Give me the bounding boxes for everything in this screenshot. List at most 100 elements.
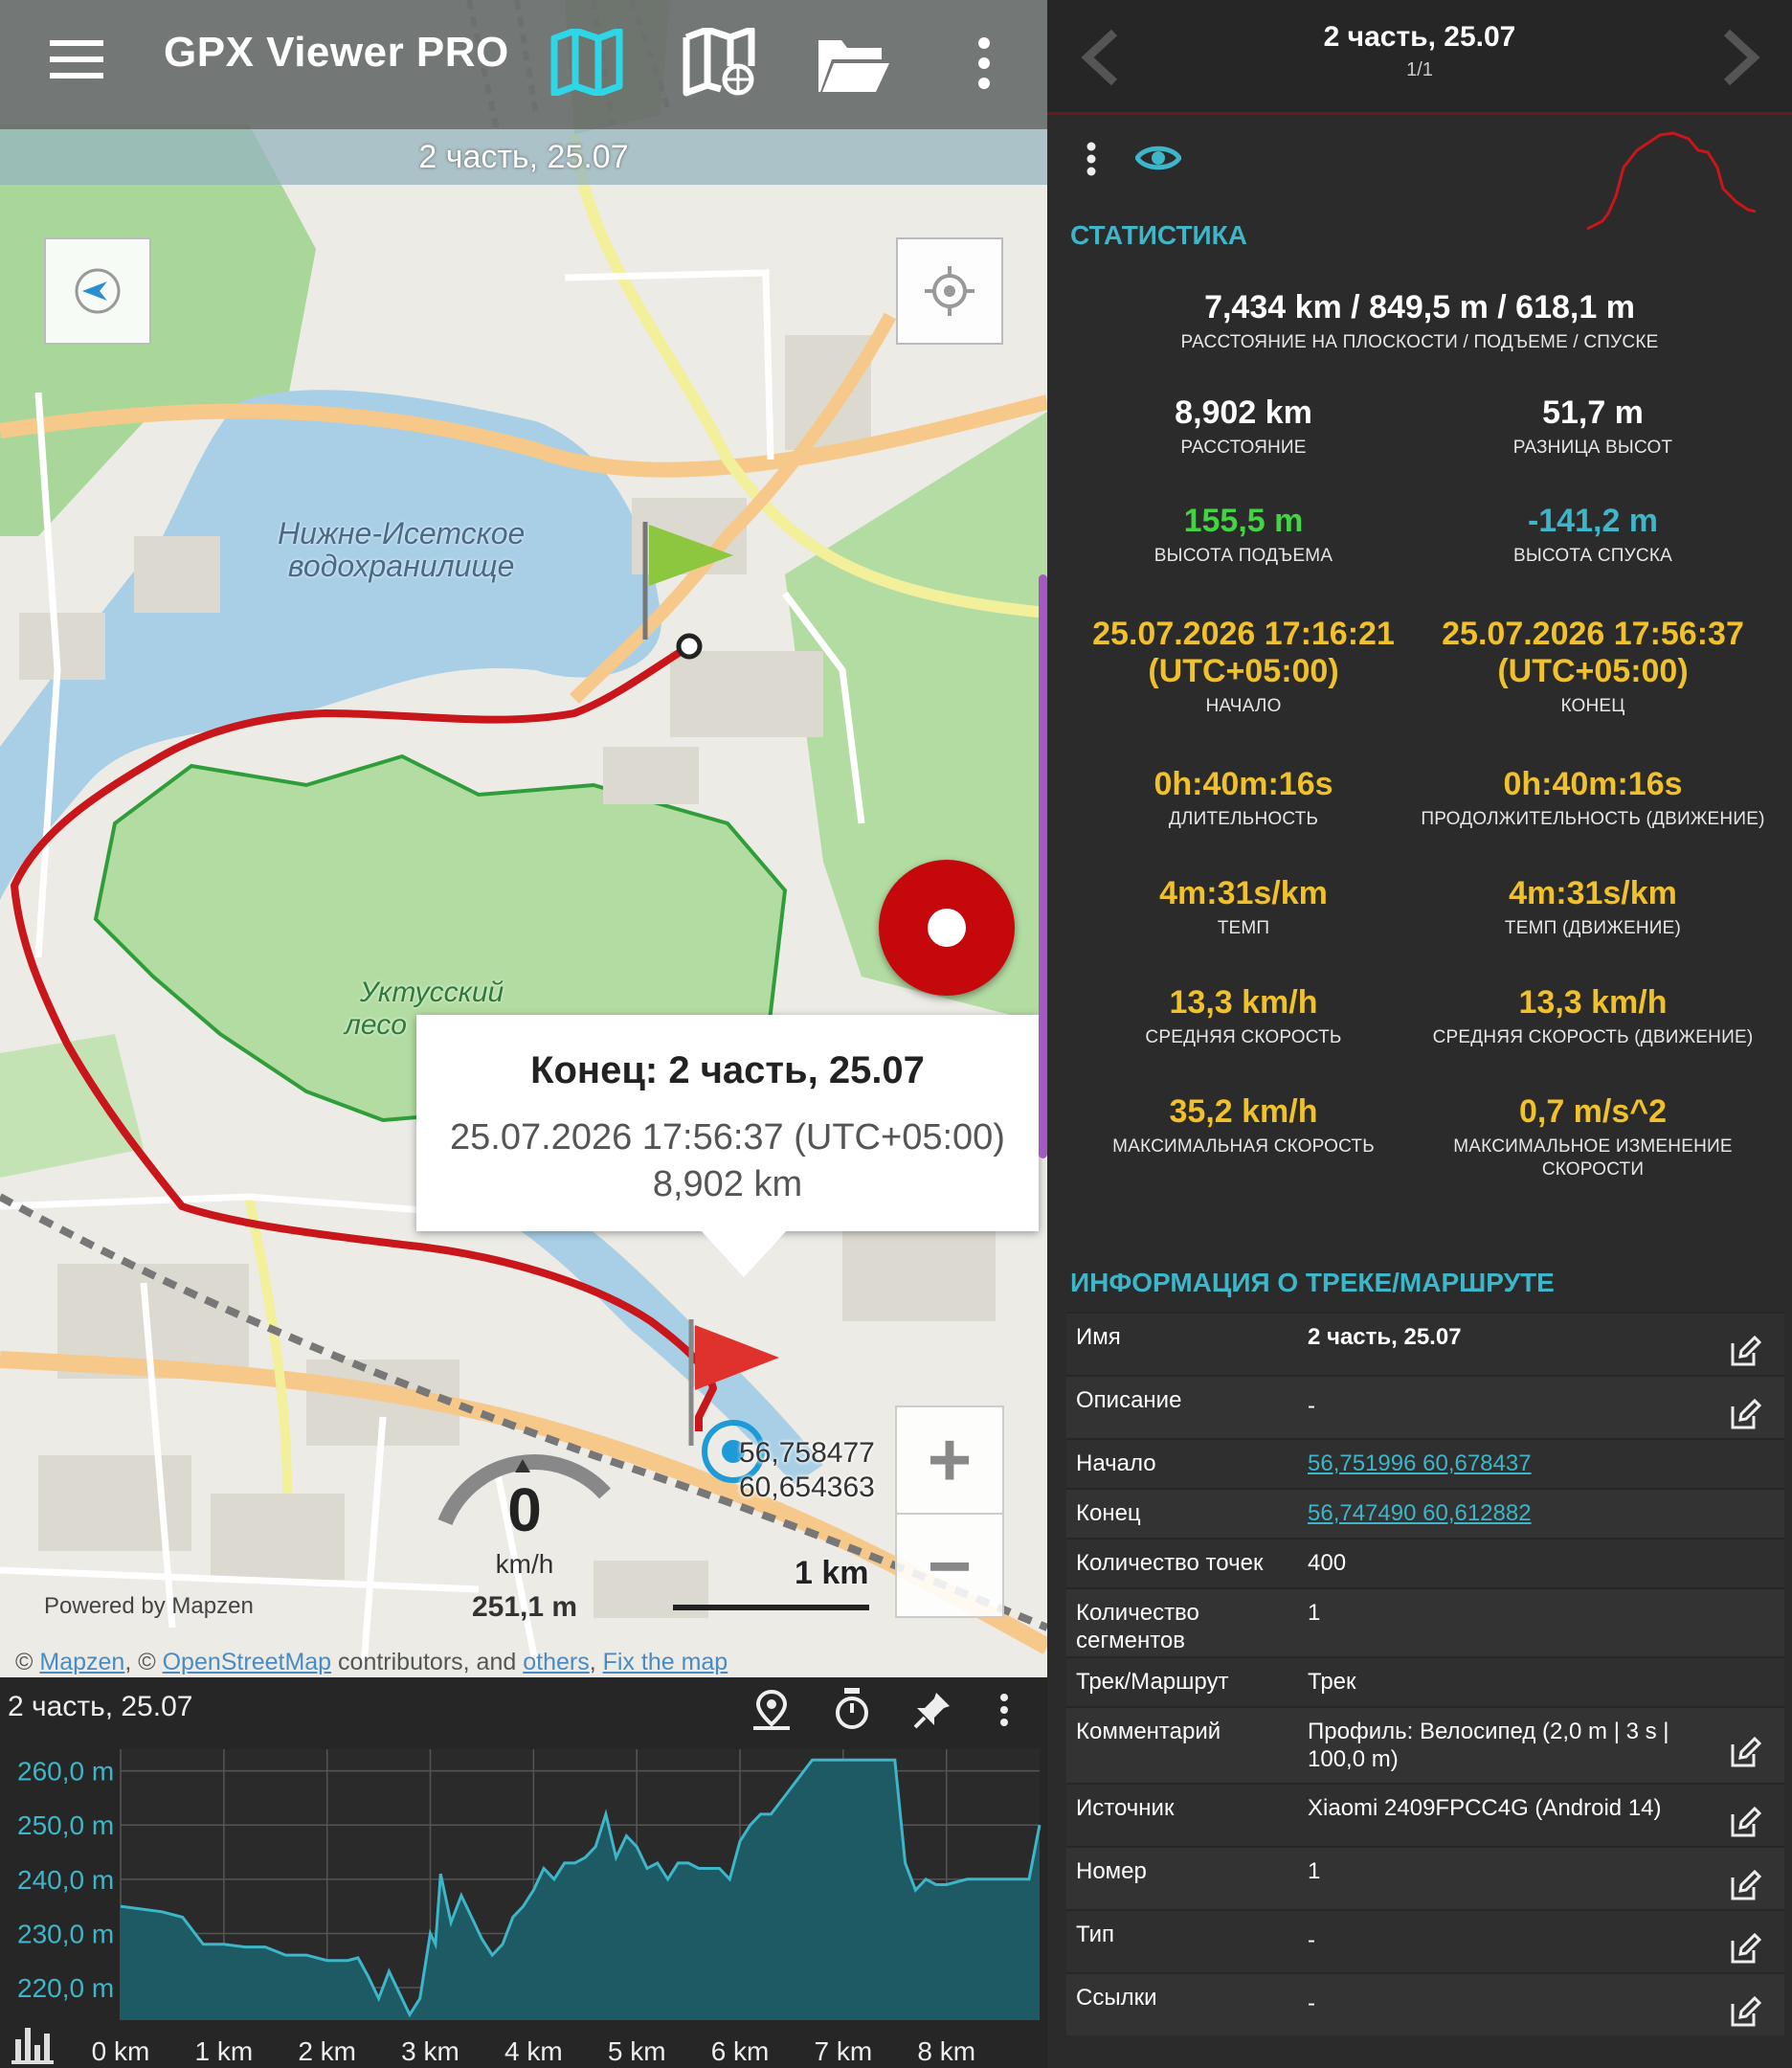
info-key: Номер [1076, 1858, 1147, 1884]
record-button[interactable] [879, 860, 1015, 996]
edit-icon[interactable] [1729, 1996, 1761, 2029]
x-tick-label: 4 km [504, 2036, 563, 2066]
zoom-controls: + − [895, 1405, 1004, 1618]
y-tick-label: 240,0 m [17, 1865, 114, 1895]
eye-icon[interactable] [1134, 142, 1183, 180]
info-key: Имя [1076, 1324, 1121, 1350]
edit-icon[interactable] [1729, 1737, 1761, 1769]
fix-map-link[interactable]: Fix the map [603, 1649, 728, 1675]
stat-duration: 0h:40m:16s ДЛИТЕЛЬНОСТЬ [1154, 766, 1333, 829]
map-view[interactable]: Нижне-Исетское водохранилище Уктусский лес… [0, 0, 1047, 1677]
info-row-comment[interactable]: Комментарий Профиль: Велосипед (2,0 m | 3… [1066, 1706, 1784, 1783]
chart-type-bar [25, 2028, 31, 2060]
info-row-description[interactable]: Описание - [1066, 1375, 1784, 1438]
info-key: Конец [1076, 1500, 1141, 1526]
chart-type-baseline [11, 2060, 54, 2064]
info-heading: ИНФОРМАЦИЯ О ТРЕКЕ/МАРШРУТЕ [1070, 1268, 1555, 1297]
popup-title: Конец: 2 часть, 25.07 [530, 1049, 925, 1091]
edit-icon[interactable] [1729, 1933, 1761, 1966]
stat-ascent: 155,5 m ВЫСОТА ПОДЪЕМА [1154, 503, 1333, 566]
next-track-icon[interactable] [1717, 27, 1765, 88]
altitude-value: 251,1 m [471, 1591, 578, 1623]
info-value: Профиль: Велосипед (2,0 m | 3 s | 100,0 m… [1308, 1719, 1669, 1772]
folder-open-icon[interactable] [810, 21, 896, 107]
map-layers-icon[interactable] [544, 19, 630, 105]
panel-divider-handle[interactable] [1039, 574, 1047, 1158]
stat-end-time: 25.07.2026 17:56:37 (UTC+05:00) КОНЕЦ [1442, 616, 1744, 716]
track-info-table: Имя 2 часть, 25.07 Описание - Начало 56,75199… [1066, 1312, 1784, 2035]
stat-moving-avg-speed: 13,3 km/h СРЕДНЯЯ СКОРОСТЬ (ДВИЖЕНИЕ) [1432, 984, 1754, 1047]
chart-type-bar [15, 2039, 21, 2060]
stat-pace: 4m:31s/km ТЕМП [1159, 875, 1328, 938]
chart-type-icon[interactable] [11, 2028, 54, 2064]
popup-distance: 8,902 km [652, 1164, 803, 1204]
crosshair-icon [925, 266, 974, 316]
info-value: 400 [1308, 1550, 1347, 1576]
edit-icon[interactable] [1729, 1870, 1761, 1902]
info-key: Описание [1076, 1387, 1182, 1413]
info-value: 1 [1308, 1858, 1321, 1884]
elevation-preview-icon [1586, 131, 1757, 231]
info-row-type[interactable]: Тип - [1066, 1909, 1784, 1972]
info-key: Ссылки [1076, 1985, 1157, 2011]
x-tick-label: 3 km [401, 2036, 459, 2066]
summary-stat: 7,434 km / 849,5 m / 618,1 m РАССТОЯНИЕ … [1180, 289, 1659, 352]
info-row-point-count: Количество точек 400 [1066, 1538, 1784, 1587]
edit-icon[interactable] [1729, 1807, 1761, 1839]
stat-max-acceleration: 0,7 m/s^2 МАКСИМАЛЬНОЕ ИЗМЕНЕНИЕ СКОРОСТИ [1453, 1093, 1733, 1180]
stats-heading: СТАТИСТИКА [1070, 220, 1247, 250]
x-tick-label: 1 km [194, 2036, 253, 2066]
elevation-chart[interactable]: 220,0 m 230,0 m 240,0 m 250,0 m 260,0 m 0 km 1… [0, 1677, 1047, 2068]
track-index: 1/1 [1406, 59, 1433, 80]
x-tick-label: 6 km [711, 2036, 770, 2066]
track-title: 2 часть, 25.07 [1323, 21, 1516, 53]
info-row-start[interactable]: Начало 56,751996 60,678437 [1066, 1438, 1784, 1488]
mapzen-link[interactable]: Mapzen [39, 1649, 124, 1675]
zoom-out-button[interactable]: − [897, 1513, 1002, 1618]
info-key: Количество сегментов [1076, 1600, 1199, 1653]
edit-icon[interactable] [1729, 1336, 1761, 1368]
app-title: GPX Viewer PRO [164, 29, 509, 76]
stat-max-speed: 35,2 km/h МАКСИМАЛЬНАЯ СКОРОСТЬ [1112, 1093, 1375, 1157]
info-value: 2 часть, 25.07 [1308, 1324, 1462, 1350]
others-link[interactable]: others [523, 1649, 589, 1675]
info-row-track-route: Трек/Маршрут Трек [1066, 1656, 1784, 1706]
stats-overflow-icon[interactable] [1086, 142, 1105, 180]
map-canvas[interactable] [0, 0, 1047, 1677]
edit-icon[interactable] [1729, 1399, 1761, 1431]
info-row-number[interactable]: Номер 1 [1066, 1846, 1784, 1909]
track-name-banner: 2 часть, 25.07 [0, 129, 1047, 185]
menu-icon[interactable] [44, 27, 109, 92]
elevation-chart-panel: 2 часть, 25.07 220,0 m 230,0 m 240,0 m 250,… [0, 1677, 1047, 2068]
my-location-button[interactable] [896, 237, 1003, 345]
info-value[interactable]: 56,747490 60,612882 [1308, 1499, 1710, 1527]
info-row-links[interactable]: Ссылки - [1066, 1972, 1784, 2035]
info-value: - [1308, 1990, 1315, 2016]
y-tick-label: 220,0 m [17, 1973, 114, 2003]
info-key: Комментарий [1076, 1719, 1221, 1744]
x-tick-label: 2 km [298, 2036, 356, 2066]
x-tick-label: 7 km [815, 2036, 873, 2066]
x-tick-label: 8 km [917, 2036, 975, 2066]
y-tick-label: 250,0 m [17, 1810, 114, 1840]
stat-descent: -141,2 m ВЫСОТА СПУСКА [1512, 503, 1672, 566]
info-key: Количество точек [1076, 1550, 1264, 1576]
info-value[interactable]: 56,751996 60,678437 [1308, 1450, 1710, 1477]
endpoint-popup[interactable]: Конец: 2 часть, 25.07 25.07.2026 17:56:3… [416, 1015, 1039, 1277]
popup-time: 25.07.2026 17:56:37 (UTC+05:00) [450, 1117, 1005, 1158]
compass-icon [75, 268, 121, 314]
info-value: - [1308, 1927, 1315, 1953]
stat-start-time: 25.07.2026 17:16:21 (UTC+05:00) НАЧАЛО [1092, 616, 1395, 716]
stat-moving-duration: 0h:40m:16s ПРОДОЛЖИТЕЛЬНОСТЬ (ДВИЖЕНИЕ) [1421, 766, 1765, 829]
overflow-menu-icon[interactable] [965, 25, 1003, 101]
zoom-in-button[interactable]: + [897, 1407, 1002, 1513]
osm-link[interactable]: OpenStreetMap [163, 1649, 332, 1675]
compass-button[interactable] [44, 237, 151, 345]
info-row-end[interactable]: Конец 56,747490 60,612882 [1066, 1488, 1784, 1538]
info-key: Начало [1076, 1450, 1156, 1476]
offline-map-icon[interactable] [676, 19, 762, 105]
stat-distance: 8,902 km РАССТОЯНИЕ [1175, 394, 1312, 458]
info-row-name[interactable]: Имя 2 часть, 25.07 [1066, 1312, 1784, 1375]
info-value: - [1308, 1393, 1315, 1419]
info-row-source[interactable]: Источник Xiaomi 2409FPCC4G (Android 14) [1066, 1783, 1784, 1846]
